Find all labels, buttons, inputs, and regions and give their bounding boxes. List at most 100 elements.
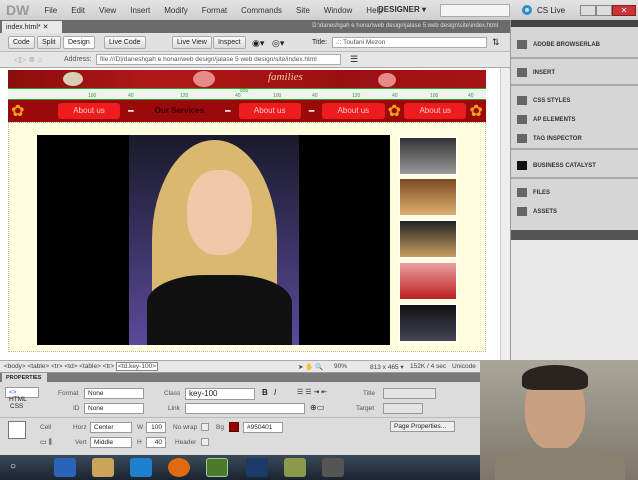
close-tab-icon[interactable]: ✕ xyxy=(43,24,49,31)
ruler-label: 120 xyxy=(180,93,189,99)
menu-site[interactable]: Site xyxy=(289,6,317,15)
cell-label: Cell xyxy=(40,424,52,431)
format-select[interactable]: None xyxy=(84,388,144,399)
thumbnail[interactable] xyxy=(399,262,457,300)
select-tool-icon[interactable]: ➤ ✋ 🔍 xyxy=(298,363,323,371)
width-input[interactable]: 100 xyxy=(146,422,166,433)
header-checkbox[interactable] xyxy=(201,438,209,446)
ruler-label: 40 xyxy=(392,93,398,99)
header-label: Header xyxy=(175,439,197,446)
panel-files[interactable]: FILES xyxy=(517,188,550,197)
ruler-label: 850 xyxy=(240,88,249,94)
nav-about-us[interactable]: About us xyxy=(238,103,301,119)
workspace-switcher[interactable]: DESIGNER ▾ xyxy=(378,5,426,14)
browser-preview-icon[interactable]: ◉▾ xyxy=(252,38,264,49)
code-view-button[interactable]: Code xyxy=(8,36,35,49)
nav-our-services[interactable]: Our Services xyxy=(142,103,218,119)
nav-about-us[interactable]: About us xyxy=(322,103,385,119)
list-indent-icons[interactable]: ☰ ☰ ⇥ ⇤ xyxy=(297,388,327,396)
document-tab[interactable]: index.html* ✕ xyxy=(2,21,62,33)
vert-select[interactable]: Middle xyxy=(90,437,132,448)
menu-commands[interactable]: Commands xyxy=(234,6,289,15)
panel-label: FILES xyxy=(533,189,551,196)
visual-aids-icon[interactable]: ◎▾ xyxy=(272,38,284,49)
status-bar: <body> <table> <tr> <td> <table> <tr> <t… xyxy=(0,360,480,372)
panel-ap-elements[interactable]: AP ELEMENTS xyxy=(517,115,576,124)
empty-panel-area xyxy=(510,240,638,360)
ruler-label: 100 xyxy=(88,93,97,99)
header-banner: families xyxy=(8,70,486,88)
document-tab-bar: index.html* ✕ D:\daneshgah e honar\web d… xyxy=(0,20,510,33)
thumbnail[interactable] xyxy=(399,137,457,175)
italic-button[interactable]: I xyxy=(274,388,276,397)
html-mode-button[interactable]: <> HTML xyxy=(5,387,39,403)
link-input[interactable] xyxy=(185,403,305,414)
inspect-button[interactable]: Inspect xyxy=(213,36,246,49)
panel-browserlab[interactable]: ADOBE BROWSERLAB xyxy=(517,40,600,49)
link-title-input[interactable] xyxy=(383,388,436,399)
page-properties-button[interactable]: Page Properties... xyxy=(390,421,455,432)
minimize-button[interactable] xyxy=(580,5,596,16)
horz-select[interactable]: Center xyxy=(90,422,132,433)
menu-format[interactable]: Format xyxy=(195,6,234,15)
nav-about-us[interactable]: About us xyxy=(404,103,467,119)
panel-business-catalyst[interactable]: BUSINESS CATALYST xyxy=(517,161,596,170)
menu-view[interactable]: View xyxy=(92,6,123,15)
start-button[interactable]: ○ xyxy=(10,461,16,472)
photoshop-taskbar-icon[interactable] xyxy=(246,458,268,477)
bg-color-swatch[interactable] xyxy=(229,422,239,432)
media-taskbar-icon[interactable] xyxy=(130,458,152,477)
menu-window[interactable]: Window xyxy=(317,6,359,15)
thumbnail[interactable] xyxy=(399,220,457,258)
back-forward-icon[interactable]: ◁▷ ⊗ ⌂ xyxy=(14,55,42,64)
firefox-taskbar-icon[interactable] xyxy=(168,458,190,477)
ie-taskbar-icon[interactable] xyxy=(54,458,76,477)
app-taskbar-icon[interactable] xyxy=(322,458,344,477)
menu-edit[interactable]: Edit xyxy=(64,6,92,15)
height-input[interactable]: 40 xyxy=(146,437,166,448)
dreamweaver-taskbar-icon[interactable] xyxy=(206,458,228,477)
live-view-button[interactable]: Live View xyxy=(172,36,212,49)
file-management-icon[interactable]: ⇅ xyxy=(492,37,500,48)
panel-assets[interactable]: ASSETS xyxy=(517,207,557,216)
thumbnail[interactable] xyxy=(399,304,457,342)
title-input[interactable]: .:: Toufani Mezon xyxy=(332,37,487,48)
panel-css-styles[interactable]: CSS STYLES xyxy=(517,96,570,105)
panel-insert[interactable]: INSERT xyxy=(517,68,555,77)
panel-label: CSS STYLES xyxy=(533,97,571,104)
class-select[interactable]: key-100 xyxy=(185,388,255,400)
tag-selector[interactable]: <body> <table> <tr> <td> <table> <tr> xyxy=(4,363,114,370)
help-search-input[interactable] xyxy=(440,4,510,17)
explorer-taskbar-icon[interactable] xyxy=(92,458,114,477)
address-label: Address: xyxy=(64,56,92,63)
merge-split-icons[interactable]: ▭ ⫼ xyxy=(40,438,52,447)
nowrap-checkbox[interactable] xyxy=(201,423,209,431)
bg-color-input[interactable]: #950401 xyxy=(243,422,283,433)
bold-button[interactable]: B xyxy=(262,388,268,397)
cs-live-button[interactable]: CS Live xyxy=(537,6,565,15)
menu-insert[interactable]: Insert xyxy=(123,6,157,15)
window-size[interactable]: 813 x 465 ▾ xyxy=(370,363,404,371)
zoom-select[interactable]: 90% xyxy=(334,363,347,370)
restore-button[interactable] xyxy=(596,5,612,16)
selected-tag[interactable]: <td.key-100> xyxy=(116,362,158,371)
panel-tag-inspector[interactable]: TAG INSPECTOR xyxy=(517,134,582,143)
thumbnail[interactable] xyxy=(399,178,457,216)
design-scrollbar[interactable] xyxy=(500,68,510,360)
target-select[interactable] xyxy=(383,403,423,414)
panel-label: INSERT xyxy=(533,69,556,76)
address-input[interactable]: file:///D|/daneshgah e honar/web design/… xyxy=(96,54,341,65)
close-button[interactable]: ✕ xyxy=(612,5,636,16)
split-view-button[interactable]: Split xyxy=(37,36,61,49)
browse-folder-icon[interactable]: ⊕▭ xyxy=(310,403,324,412)
css-mode-button[interactable]: CSS xyxy=(10,403,23,410)
id-select[interactable]: None xyxy=(84,403,144,414)
design-view-button[interactable]: Design xyxy=(63,36,95,49)
options-icon[interactable]: ☰ xyxy=(350,54,358,65)
live-code-button[interactable]: Live Code xyxy=(104,36,146,49)
menu-file[interactable]: File xyxy=(37,6,64,15)
document-toolbar: Code Split Design Live Code Live View In… xyxy=(0,33,510,52)
app-taskbar-icon[interactable] xyxy=(284,458,306,477)
menu-modify[interactable]: Modify xyxy=(157,6,195,15)
nav-about-us[interactable]: About us xyxy=(57,103,121,119)
